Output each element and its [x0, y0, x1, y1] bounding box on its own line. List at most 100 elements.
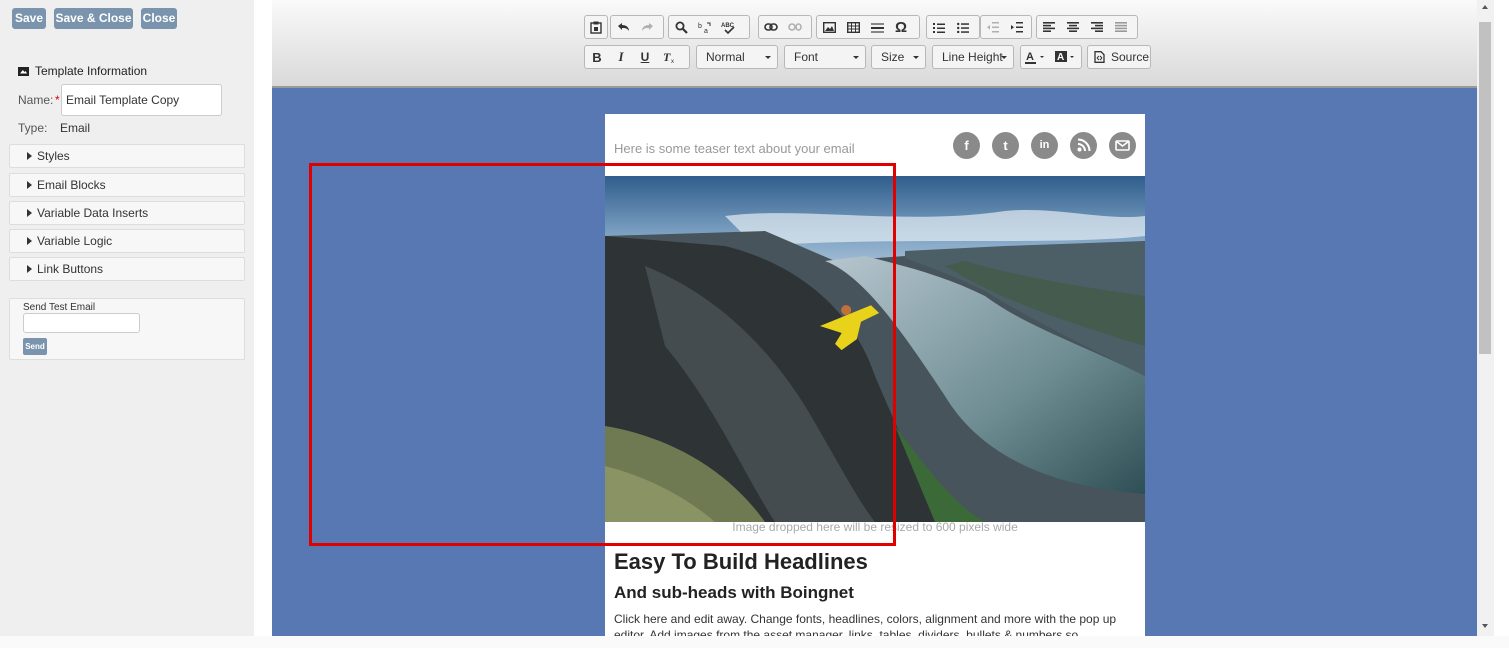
- find-icon[interactable]: [669, 16, 693, 38]
- vertical-scrollbar[interactable]: [1477, 0, 1494, 636]
- format-dropdown[interactable]: Normal: [696, 45, 778, 69]
- email-icon[interactable]: [1109, 132, 1136, 159]
- chevron-down-icon: [1001, 56, 1007, 59]
- left-panel: Save Save & Close Close Template Informa…: [0, 0, 254, 636]
- type-label: Type:: [18, 121, 48, 135]
- editor-toolbar: ba ABC Ω B I U T x Normal Font Size Line…: [272, 0, 1477, 88]
- accordion-label: Styles: [37, 149, 70, 163]
- italic-button[interactable]: I: [609, 46, 633, 68]
- history-group: [610, 15, 664, 39]
- template-information-heading: Template Information: [18, 64, 147, 78]
- accordion-label: Variable Data Inserts: [37, 206, 149, 220]
- align-group: [1036, 15, 1138, 39]
- indent-icon[interactable]: [1005, 16, 1029, 38]
- headline[interactable]: Easy To Build Headlines: [614, 549, 868, 575]
- insert-group: Ω: [816, 15, 920, 39]
- svg-text:A: A: [1026, 51, 1034, 63]
- bulleted-list-icon[interactable]: [951, 16, 975, 38]
- name-input[interactable]: [61, 84, 222, 116]
- type-value: Email: [60, 121, 91, 135]
- accordion-email-blocks[interactable]: Email Blocks: [9, 173, 245, 197]
- font-value: Font: [794, 50, 819, 64]
- bottom-strip: [0, 636, 1509, 648]
- send-button[interactable]: Send: [23, 338, 47, 355]
- accordion-label: Variable Logic: [37, 234, 113, 248]
- caret-right-icon: [27, 265, 32, 273]
- svg-text:T: T: [663, 51, 671, 63]
- scroll-thumb[interactable]: [1479, 22, 1491, 354]
- svg-text:a: a: [704, 28, 708, 34]
- justify-icon[interactable]: [1109, 16, 1133, 38]
- caret-right-icon: [27, 152, 32, 160]
- special-character-icon[interactable]: Ω: [889, 16, 913, 38]
- unlink-icon[interactable]: [783, 16, 807, 38]
- list-group: [926, 15, 980, 39]
- text-style-group: B I U Tx: [584, 45, 690, 69]
- scroll-down-icon[interactable]: [1482, 624, 1488, 628]
- replace-icon[interactable]: ba: [693, 16, 717, 38]
- text-color-icon[interactable]: A: [1021, 46, 1051, 68]
- link-icon[interactable]: [759, 16, 783, 38]
- underline-button[interactable]: U: [633, 46, 657, 68]
- align-left-icon[interactable]: [1037, 16, 1061, 38]
- tumblr-icon[interactable]: t: [992, 132, 1019, 159]
- test-email-input[interactable]: [23, 313, 140, 333]
- size-value: Size: [881, 50, 905, 64]
- spellcheck-icon[interactable]: ABC: [717, 16, 741, 38]
- align-center-icon[interactable]: [1061, 16, 1085, 38]
- source-button[interactable]: Source: [1087, 45, 1151, 69]
- accordion-styles[interactable]: Styles: [9, 144, 245, 168]
- paste-group: [584, 15, 608, 39]
- line-height-dropdown[interactable]: Line Height: [932, 45, 1014, 69]
- send-test-email-panel: Send Test Email Send: [9, 298, 245, 360]
- accordion-variable-logic[interactable]: Variable Logic: [9, 229, 245, 253]
- horizontal-line-icon[interactable]: [865, 16, 889, 38]
- linkedin-icon[interactable]: in: [1031, 132, 1058, 159]
- accordion-variable-data-inserts[interactable]: Variable Data Inserts: [9, 201, 245, 225]
- name-label: Name:: [18, 93, 54, 107]
- teaser-text[interactable]: Here is some teaser text about your emai…: [614, 141, 855, 156]
- svg-text:b: b: [698, 23, 702, 30]
- save-button[interactable]: Save: [12, 8, 46, 29]
- remove-format-icon[interactable]: Tx: [657, 46, 681, 68]
- accordion-link-buttons[interactable]: Link Buttons: [9, 257, 245, 281]
- format-value: Normal: [706, 50, 745, 64]
- outdent-icon[interactable]: [981, 16, 1005, 38]
- source-label: Source: [1111, 50, 1150, 64]
- caret-right-icon: [27, 237, 32, 245]
- accordion-label: Email Blocks: [37, 178, 106, 192]
- template-information-label: Template Information: [35, 64, 148, 78]
- rss-icon[interactable]: [1070, 132, 1097, 159]
- undo-icon[interactable]: [611, 16, 635, 38]
- link-group: [758, 15, 812, 39]
- picture-icon: [18, 66, 29, 76]
- accordion-label: Link Buttons: [37, 262, 104, 276]
- align-right-icon[interactable]: [1085, 16, 1109, 38]
- indent-group: [980, 15, 1032, 39]
- selected-block-outline: [309, 163, 896, 546]
- table-icon[interactable]: [841, 16, 865, 38]
- body-text[interactable]: Click here and edit away. Change fonts, …: [614, 611, 1136, 636]
- find-group: ba ABC: [668, 15, 750, 39]
- font-dropdown[interactable]: Font: [784, 45, 866, 69]
- save-and-close-button[interactable]: Save & Close: [54, 8, 133, 29]
- numbered-list-icon[interactable]: [927, 16, 951, 38]
- svg-text:A: A: [1057, 52, 1064, 63]
- scroll-up-icon[interactable]: [1482, 5, 1488, 9]
- color-group: A A: [1020, 45, 1082, 69]
- required-marker: *: [55, 93, 60, 107]
- chevron-down-icon: [913, 56, 919, 59]
- subhead[interactable]: And sub-heads with Boingnet: [614, 583, 854, 603]
- facebook-icon[interactable]: f: [953, 132, 980, 159]
- svg-text:x: x: [671, 59, 674, 63]
- size-dropdown[interactable]: Size: [871, 45, 926, 69]
- close-button[interactable]: Close: [141, 8, 177, 29]
- background-color-icon[interactable]: A: [1051, 46, 1081, 68]
- bold-button[interactable]: B: [585, 46, 609, 68]
- chevron-down-icon: [853, 56, 859, 59]
- caret-right-icon: [27, 209, 32, 217]
- paste-icon[interactable]: [585, 16, 607, 38]
- image-icon[interactable]: [817, 16, 841, 38]
- line-height-value: Line Height: [942, 50, 1003, 64]
- redo-icon[interactable]: [635, 16, 659, 38]
